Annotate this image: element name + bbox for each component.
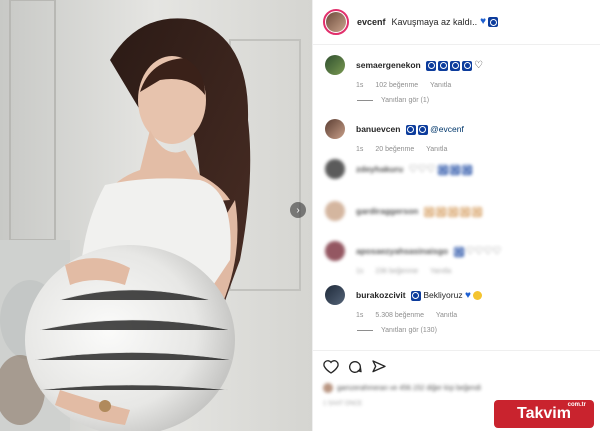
comment-meta: 1s 236 beğenme Yanıtla bbox=[356, 268, 461, 275]
comment-item: burakozcivit Bekliyoruz ♥ 1s 5.308 beğen… bbox=[325, 285, 595, 325]
reply-button[interactable]: Yanıtla bbox=[436, 312, 457, 319]
commenter-avatar[interactable] bbox=[325, 241, 345, 261]
hugging-face-icon bbox=[473, 291, 483, 301]
comment-time: 1s bbox=[356, 146, 364, 153]
liker-avatar bbox=[323, 383, 333, 393]
evil-eye-icons bbox=[405, 124, 428, 135]
evil-eye-icons bbox=[410, 290, 421, 301]
commenter-avatar[interactable] bbox=[325, 201, 345, 221]
reply-button[interactable]: Yanıtla bbox=[430, 82, 451, 89]
view-replies-button[interactable]: Yanıtları gör (130) bbox=[357, 327, 437, 334]
chevron-right-icon: › bbox=[296, 204, 300, 216]
reply-button[interactable]: Yanıtla bbox=[430, 268, 451, 275]
author-username[interactable]: evcenf bbox=[357, 17, 386, 27]
comment-likes[interactable]: 20 beğenme bbox=[375, 146, 414, 153]
commenter-avatar[interactable] bbox=[325, 285, 345, 305]
comment-text: semaergenekon ♡ bbox=[356, 60, 483, 71]
caption-emoji: ♥ bbox=[480, 16, 499, 27]
comment-item: semaergenekon ♡ 1s 102 beğenme Yanıtla bbox=[325, 55, 595, 95]
instagram-post: › evcenf Kavuşmaya az kaldı.. ♥ 1s semae… bbox=[0, 0, 600, 431]
watermark-domain: com.tr bbox=[567, 402, 586, 408]
commenter-username[interactable]: burakozcivit bbox=[356, 290, 406, 300]
post-header: evcenf Kavuşmaya az kaldı.. ♥ bbox=[313, 0, 600, 44]
send-icon[interactable] bbox=[371, 359, 387, 375]
commenter-avatar[interactable] bbox=[325, 159, 345, 179]
mention-link[interactable]: @evcenf bbox=[430, 124, 464, 134]
watermark-brand: Takvim bbox=[517, 405, 571, 422]
comment-time: 1s bbox=[356, 312, 364, 319]
comment-icon[interactable] bbox=[347, 359, 363, 375]
comment-text: burakozcivit Bekliyoruz ♥ bbox=[356, 290, 483, 301]
evil-eye-icon bbox=[488, 17, 499, 27]
likes-text: gamzerahmeran ve 456.152 diğer kişi beğe… bbox=[337, 384, 481, 392]
commenter-avatar[interactable] bbox=[325, 119, 345, 139]
comment-item: banuevcen @evcenf 1s 20 beğenme Yanıtla bbox=[325, 119, 595, 159]
commenter-username[interactable]: gardiraggerson bbox=[356, 206, 418, 216]
comment-body: Bekliyoruz bbox=[423, 290, 463, 300]
comment-text: aposaezyahsasinaisgo ♡♡♡♡ bbox=[356, 245, 502, 257]
author-avatar[interactable] bbox=[323, 9, 349, 35]
comment-item: zdeyhakuru ♡♡♡ bbox=[325, 159, 595, 199]
heart-icon[interactable] bbox=[323, 359, 339, 375]
blue-heart-icon: ♥ bbox=[480, 16, 487, 27]
likes-summary[interactable]: gamzerahmeran ve 456.152 diğer kişi beğe… bbox=[323, 383, 481, 393]
evil-eye-icons: ♡ bbox=[426, 59, 484, 71]
post-date: 1 SAAT ÖNCE bbox=[323, 401, 363, 407]
view-replies-button[interactable]: Yanıtları gör (1) bbox=[357, 97, 429, 104]
comment-text: gardiraggerson bbox=[356, 206, 482, 217]
next-photo-button[interactable]: › bbox=[290, 202, 306, 218]
photo-illustration bbox=[0, 0, 312, 431]
comment-likes[interactable]: 5.308 beğenme bbox=[375, 312, 424, 319]
commenter-username[interactable]: banuevcen bbox=[356, 124, 400, 134]
comment-likes[interactable]: 102 beğenme bbox=[375, 82, 418, 89]
post-sidebar: evcenf Kavuşmaya az kaldı.. ♥ 1s semaerg… bbox=[312, 0, 600, 431]
comment-meta: 1s 5.308 beğenme Yanıtla bbox=[356, 312, 467, 319]
commenter-avatar[interactable] bbox=[325, 55, 345, 75]
white-heart-icon: ♡ bbox=[474, 59, 484, 71]
commenter-username[interactable]: semaergenekon bbox=[356, 60, 421, 70]
post-photo[interactable]: › bbox=[0, 0, 312, 431]
comment-text: zdeyhakuru ♡♡♡ bbox=[356, 164, 472, 175]
blue-heart-icon: ♥ bbox=[464, 290, 471, 301]
takvim-watermark: Takvim com.tr bbox=[494, 400, 594, 428]
comments-list: 1s semaergenekon ♡ 1s 102 beğenme Yanıtl… bbox=[313, 44, 600, 349]
commenter-username[interactable]: aposaezyahsasinaisgo bbox=[356, 246, 448, 256]
comment-time: 1s bbox=[356, 82, 364, 89]
commenter-username[interactable]: zdeyhakuru bbox=[356, 164, 403, 174]
comment-item: gardiraggerson bbox=[325, 201, 595, 241]
comment-item: aposaezyahsasinaisgo ♡♡♡♡ 1s 236 beğenme… bbox=[325, 241, 595, 281]
comment-meta: 1s 20 beğenme Yanıtla bbox=[356, 146, 457, 153]
post-actions bbox=[313, 350, 600, 380]
reply-button[interactable]: Yanıtla bbox=[426, 146, 447, 153]
comment-meta: 1s 102 beğenme Yanıtla bbox=[356, 82, 461, 89]
comment-likes[interactable]: 236 beğenme bbox=[375, 268, 418, 275]
comment-text: banuevcen @evcenf bbox=[356, 124, 464, 135]
post-caption: Kavuşmaya az kaldı.. bbox=[391, 17, 478, 27]
comment-time: 1s bbox=[356, 268, 364, 275]
